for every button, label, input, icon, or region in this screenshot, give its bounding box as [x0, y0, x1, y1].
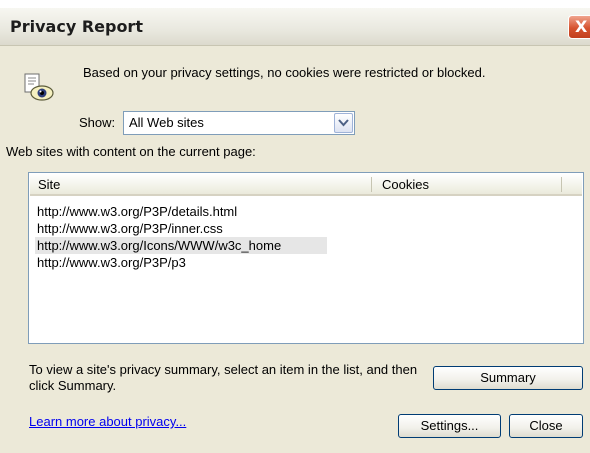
column-header-cookies[interactable]: Cookies: [382, 177, 429, 192]
summary-button[interactable]: Summary: [433, 366, 583, 390]
sites-caption: Web sites with content on the current pa…: [6, 144, 256, 159]
summary-instructions: To view a site's privacy summary, select…: [29, 362, 418, 393]
show-filter-value: All Web sites: [129, 115, 204, 130]
table-row[interactable]: http://www.w3.org/P3P/p3: [35, 254, 188, 271]
dialog-title: Privacy Report: [10, 17, 143, 36]
column-header-site[interactable]: Site: [38, 177, 60, 192]
title-bar[interactable]: Privacy Report X: [0, 8, 590, 46]
list-header: Site Cookies: [30, 174, 582, 196]
column-divider[interactable]: [561, 177, 562, 192]
show-filter-select[interactable]: All Web sites: [123, 111, 355, 135]
close-icon[interactable]: X: [568, 15, 590, 39]
table-row[interactable]: http://www.w3.org/P3P/inner.css: [35, 220, 225, 237]
learn-more-link[interactable]: Learn more about privacy...: [29, 414, 186, 429]
table-row-selected[interactable]: http://www.w3.org/Icons/WWW/w3c_home: [35, 237, 327, 254]
settings-button[interactable]: Settings...: [398, 414, 501, 438]
close-button[interactable]: Close: [509, 414, 583, 438]
chevron-down-icon[interactable]: [334, 113, 353, 133]
top-strip: [0, 0, 590, 8]
privacy-report-dialog: Privacy Report X Based on your privacy s…: [0, 0, 590, 453]
privacy-eye-icon: [22, 72, 54, 104]
column-divider[interactable]: [371, 177, 372, 192]
sites-list[interactable]: Site Cookies http://www.w3.org/P3P/detai…: [28, 172, 584, 344]
show-label: Show:: [79, 115, 116, 130]
privacy-status-message: Based on your privacy settings, no cooki…: [83, 65, 486, 80]
table-row[interactable]: http://www.w3.org/P3P/details.html: [35, 203, 239, 220]
